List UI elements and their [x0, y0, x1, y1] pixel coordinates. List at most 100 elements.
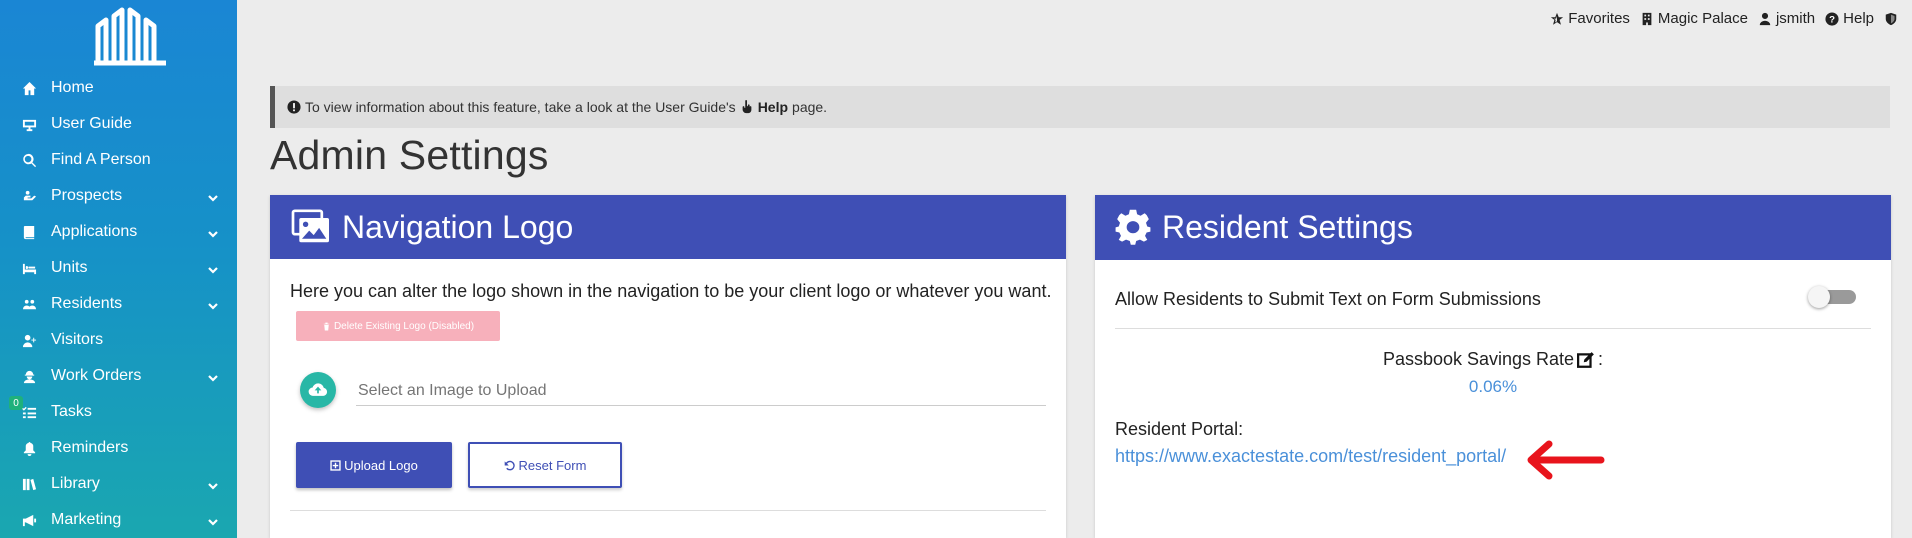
resident-settings-card: Resident Settings Allow Residents to Sub… [1095, 195, 1891, 538]
app-logo-icon[interactable] [90, 6, 170, 66]
sidebar-item-label: Units [51, 259, 88, 276]
reset-form-button[interactable]: Reset Form [468, 442, 622, 488]
sidebar-item-label: Prospects [51, 187, 123, 204]
navigation-logo-header: Navigation Logo [270, 195, 1066, 259]
resident-portal-link[interactable]: https://www.exactestate.com/test/residen… [1115, 446, 1506, 467]
sidebar-item-label: Residents [51, 295, 123, 312]
user-plus-icon [20, 331, 38, 349]
info-banner: To view information about this feature, … [270, 86, 1890, 128]
passbook-label-colon: : [1598, 349, 1604, 369]
toggle-knob [1808, 286, 1830, 308]
sidebar-item-label: Find A Person [51, 151, 151, 168]
chevron-down-icon [208, 478, 220, 490]
star-icon [1551, 12, 1564, 25]
svg-text:?: ? [1829, 14, 1835, 25]
reset-form-label: Reset Form [518, 457, 587, 473]
question-circle-icon: ? [1825, 11, 1839, 26]
property-link[interactable]: Magic Palace [1640, 10, 1748, 27]
user-link[interactable]: jsmith [1758, 10, 1815, 27]
exclamation-circle-icon [287, 100, 301, 114]
help-label: Help [1843, 10, 1874, 27]
banner-text: To view information about this feature, … [305, 99, 736, 115]
sidebar-item-reminders[interactable]: Reminders [0, 430, 237, 466]
chevron-down-icon [208, 190, 220, 202]
user-icon [1759, 12, 1771, 25]
bed-icon [20, 259, 38, 277]
edit-icon[interactable] [1577, 351, 1595, 369]
undo-icon [504, 460, 515, 470]
page-title: Admin Settings [270, 132, 549, 178]
library-icon [20, 475, 38, 493]
resident-settings-header: Resident Settings [1095, 195, 1891, 260]
sidebar-item-label: Applications [51, 223, 138, 240]
prospects-icon [20, 187, 38, 205]
cloud-upload-icon [308, 383, 328, 396]
resident-portal-label: Resident Portal: [1115, 419, 1244, 439]
images-icon [291, 209, 329, 243]
sidebar-item-tasks[interactable]: Tasks [0, 394, 237, 430]
chevron-down-icon [208, 298, 220, 310]
sidebar-item-label: Reminders [51, 439, 129, 456]
sidebar-item-label: Marketing [51, 511, 122, 528]
sidebar-item-work-orders[interactable]: Work Orders [0, 358, 237, 394]
worker-icon [20, 367, 38, 385]
tasks-count-badge: 0 [9, 396, 23, 410]
sidebar-item-prospects[interactable]: Prospects [0, 178, 237, 214]
chevron-down-icon [208, 370, 220, 382]
marketing-icon [20, 511, 38, 529]
resident-settings-title: Resident Settings [1162, 209, 1413, 245]
trash-icon [323, 322, 330, 330]
sidebar-item-user-guide[interactable]: User Guide [0, 106, 237, 142]
passbook-label-text: Passbook Savings Rate [1382, 349, 1575, 369]
divider [290, 510, 1046, 511]
sidebar: Home User Guide Find A Person Prospects … [0, 0, 237, 538]
favorites-link[interactable]: Favorites [1550, 10, 1630, 27]
chevron-down-icon [208, 226, 220, 238]
favorites-label: Favorites [1568, 10, 1630, 27]
upload-image-button[interactable] [300, 372, 336, 408]
red-arrow-icon [1527, 440, 1605, 480]
sidebar-item-library[interactable]: Library [0, 466, 237, 502]
home-icon [20, 79, 38, 97]
sidebar-item-units[interactable]: Units [0, 250, 237, 286]
users-icon [20, 295, 38, 313]
sidebar-item-home[interactable]: Home [0, 70, 237, 106]
sidebar-item-residents[interactable]: Residents [0, 286, 237, 322]
image-upload-input[interactable] [356, 376, 1046, 406]
sidebar-item-applications[interactable]: Applications [0, 214, 237, 250]
passbook-savings-rate-value[interactable]: 0.06% [1095, 377, 1891, 397]
shield-icon [1885, 12, 1897, 25]
sidebar-item-find-a-person[interactable]: Find A Person [0, 142, 237, 178]
bell-icon [20, 439, 38, 457]
shield-button[interactable] [1884, 12, 1898, 26]
book-icon [20, 223, 38, 241]
delete-logo-label: Delete Existing Logo (Disabled) [333, 320, 475, 332]
sidebar-item-label: User Guide [51, 115, 132, 132]
building-icon [1642, 12, 1652, 25]
upload-logo-button[interactable]: Upload Logo [296, 442, 452, 488]
sidebar-item-marketing[interactable]: Marketing [0, 502, 237, 538]
user-guide-icon [20, 115, 38, 133]
plus-square-icon [330, 459, 341, 471]
allow-text-submissions-label: Allow Residents to Submit Text on Form S… [1115, 289, 1541, 309]
banner-suffix: page. [792, 99, 828, 115]
user-label: jsmith [1775, 10, 1816, 27]
navigation-logo-card: Navigation Logo Here you can alter the l… [270, 195, 1066, 538]
help-link[interactable]: ? Help [1825, 10, 1874, 27]
sidebar-item-label: Library [51, 475, 100, 492]
sidebar-item-label: Work Orders [51, 367, 142, 384]
search-icon [20, 151, 38, 169]
sidebar-item-label: Home [51, 79, 94, 96]
banner-help-link[interactable]: Help [758, 99, 788, 115]
passbook-savings-rate-label: Passbook Savings Rate : [1095, 349, 1891, 370]
chevron-down-icon [208, 262, 220, 274]
top-bar: Favorites Magic Palace jsmith ? Help [1550, 10, 1898, 27]
sidebar-item-visitors[interactable]: Visitors [0, 322, 237, 358]
property-label: Magic Palace [1657, 10, 1748, 27]
allow-text-submissions-toggle[interactable] [1808, 284, 1856, 308]
divider [1115, 328, 1871, 329]
sidebar-item-label: Visitors [51, 331, 104, 348]
navigation-logo-title: Navigation Logo [342, 208, 574, 245]
navigation-logo-description: Here you can alter the logo shown in the… [290, 281, 1052, 301]
upload-logo-label: Upload Logo [344, 457, 418, 473]
